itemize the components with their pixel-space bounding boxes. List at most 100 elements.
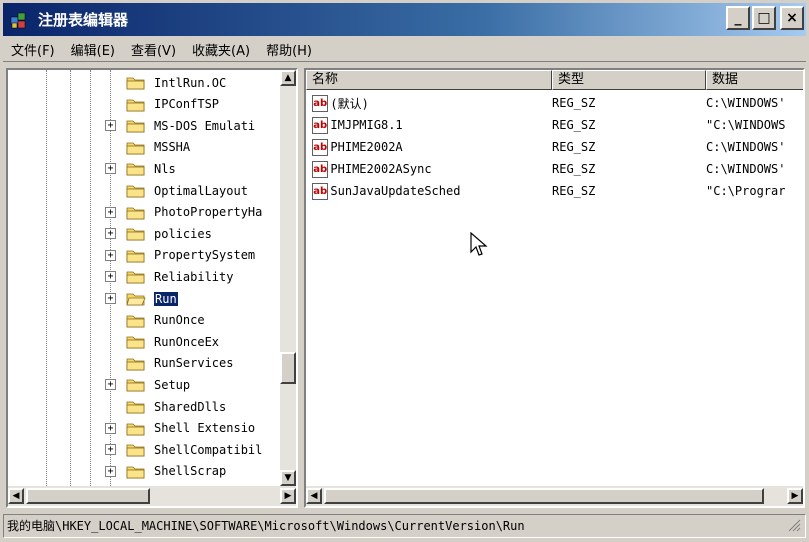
minimize-icon: _ — [734, 10, 742, 26]
tree-item[interactable]: RunOnce — [8, 310, 280, 331]
menu-edit[interactable]: 编辑(E) — [63, 40, 123, 59]
folder-icon — [126, 444, 145, 457]
tree-horizontal-scrollbar[interactable]: ◀ ▶ — [8, 486, 296, 506]
expand-icon[interactable]: + — [105, 228, 116, 240]
column-header-data[interactable]: 数据 — [706, 70, 803, 90]
scroll-right-button[interactable]: ▶ — [280, 488, 296, 504]
string-value-icon: ab — [312, 116, 329, 134]
tree-item-label: ShellScrap — [154, 464, 227, 479]
folder-icon — [126, 423, 145, 435]
tree-item-label: PhotoPropertyHa — [154, 205, 263, 220]
folder-icon — [126, 358, 145, 371]
expand-icon[interactable]: + — [105, 465, 116, 477]
status-bar: 我的电脑\HKEY_LOCAL_MACHINE\SOFTWARE\Microso… — [3, 514, 806, 538]
close-button[interactable]: × — [780, 6, 804, 30]
value-type: REG_SZ — [552, 184, 596, 198]
expand-icon[interactable]: + — [105, 422, 116, 434]
expand-icon[interactable]: + — [105, 293, 116, 304]
tree-item[interactable]: + Setup — [8, 374, 280, 395]
close-icon: × — [786, 10, 798, 26]
expand-icon[interactable]: + — [105, 249, 116, 261]
tree-item-label: Setup — [154, 377, 191, 392]
tree-item[interactable]: + policies — [8, 223, 280, 244]
scroll-down-button[interactable]: ▼ — [280, 470, 296, 486]
value-type: REG_SZ — [552, 140, 596, 154]
tree-item[interactable]: SharedDlls — [8, 396, 280, 417]
folder-icon — [126, 99, 145, 111]
status-path: 我的电脑\HKEY_LOCAL_MACHINE\SOFTWARE\Microso… — [7, 519, 525, 533]
expand-icon[interactable]: + — [105, 271, 116, 283]
string-value-icon: ab — [312, 182, 329, 200]
tree-item[interactable]: + ShellCompatibil — [8, 439, 280, 460]
list-horizontal-scrollbar[interactable]: ◀ ▶ — [306, 486, 803, 506]
folder-icon — [126, 250, 145, 263]
title-bar[interactable]: 注册表编辑器 _ □ × — [0, 0, 809, 36]
expand-icon[interactable]: + — [105, 163, 116, 175]
tree-item[interactable]: + ShellScrap — [8, 461, 280, 482]
value-data: "C:\WINDOWS — [706, 118, 786, 132]
folder-icon — [126, 185, 145, 198]
column-header-name[interactable]: 名称 — [306, 70, 552, 90]
expand-icon[interactable]: + — [105, 120, 116, 132]
menu-favorites[interactable]: 收藏夹(A) — [184, 40, 258, 59]
string-value-icon: ab — [312, 138, 329, 156]
resize-grip-icon[interactable] — [787, 518, 801, 532]
folder-icon — [126, 336, 145, 349]
value-row[interactable]: ab SunJavaUpdateSched REG_SZ "C:\Prograr — [306, 180, 803, 202]
menu-file[interactable]: 文件(F) — [3, 40, 63, 59]
folder-icon — [126, 120, 145, 133]
expand-icon[interactable]: + — [105, 379, 116, 391]
string-value-icon: ab — [312, 160, 329, 178]
value-row[interactable]: ab PHIME2002ASync REG_SZ C:\WINDOWS' — [306, 158, 803, 180]
folder-icon — [126, 466, 145, 479]
tree-item-label: SharedDlls — [154, 399, 227, 414]
arrow-down-icon: ▼ — [284, 473, 292, 483]
menu-help[interactable]: 帮助(H) — [258, 40, 320, 59]
tree-item[interactable]: + Run — [8, 288, 280, 309]
column-header-type[interactable]: 类型 — [552, 70, 706, 90]
tree-item-label: IntlRun.OC — [154, 75, 227, 90]
list-hscroll-thumb[interactable] — [324, 488, 764, 504]
tree-item[interactable]: + Reliability — [8, 266, 280, 287]
value-data: "C:\Prograr — [706, 184, 786, 198]
tree-item[interactable]: RunOnceEx — [8, 331, 280, 352]
expand-icon[interactable]: + — [105, 206, 116, 218]
minimize-button[interactable]: _ — [726, 6, 750, 30]
tree-item[interactable]: + PropertySystem — [8, 245, 280, 266]
tree-item-label: RunServices — [154, 356, 234, 371]
scroll-left-button[interactable]: ◀ — [8, 488, 24, 504]
arrow-left-icon: ◀ — [12, 491, 20, 501]
registry-values-pane[interactable]: 名称 类型 数据 ab (默认) REG_SZ C:\WINDOWS' ab IMJPMI… — [304, 68, 805, 508]
scroll-left-button[interactable]: ◀ — [306, 488, 322, 504]
value-name: SunJavaUpdateSched — [330, 184, 461, 198]
tree-item[interactable]: + Nls — [8, 158, 280, 179]
tree-item[interactable]: RunServices — [8, 353, 280, 374]
value-row[interactable]: ab PHIME2002A REG_SZ C:\WINDOWS' — [306, 136, 803, 158]
value-name: (默认) — [330, 96, 369, 111]
tree-item[interactable]: + Shell Extensio — [8, 418, 280, 439]
tree-scroll-thumb[interactable] — [280, 352, 296, 384]
tree-item[interactable]: IntlRun.OC — [8, 72, 280, 93]
tree-item[interactable]: + MS-DOS Emulati — [8, 115, 280, 136]
maximize-button[interactable]: □ — [752, 6, 776, 30]
value-row[interactable]: ab (默认) REG_SZ C:\WINDOWS' — [306, 92, 803, 114]
value-type: REG_SZ — [552, 96, 596, 110]
tree-item-label: IPConfTSP — [154, 97, 220, 112]
scroll-right-button[interactable]: ▶ — [787, 488, 803, 504]
tree-item[interactable]: + PhotoPropertyHa — [8, 202, 280, 223]
tree-item-label: Run — [154, 291, 178, 306]
window-title: 注册表编辑器 — [38, 11, 129, 29]
registry-tree-pane[interactable]: IntlRun.OC IPConfTSP + MS-DOS Emulati MSSHA +… — [6, 68, 298, 508]
expand-icon[interactable]: + — [105, 444, 116, 456]
tree-item[interactable]: OptimalLayout — [8, 180, 280, 201]
menu-view[interactable]: 查看(V) — [123, 40, 184, 59]
tree-item[interactable]: IPConfTSP — [8, 94, 280, 115]
tree-item[interactable]: MSSHA — [8, 137, 280, 158]
registry-tree: IntlRun.OC IPConfTSP + MS-DOS Emulati MSSHA +… — [8, 70, 280, 486]
scroll-up-button[interactable]: ▲ — [280, 70, 296, 86]
tree-vertical-scrollbar[interactable]: ▲ ▼ — [280, 70, 296, 486]
regedit-app-icon[interactable] — [8, 9, 30, 31]
tree-hscroll-thumb[interactable] — [26, 488, 150, 504]
folder-icon — [126, 379, 145, 392]
value-row[interactable]: ab IMJPMIG8.1 REG_SZ "C:\WINDOWS — [306, 114, 803, 136]
